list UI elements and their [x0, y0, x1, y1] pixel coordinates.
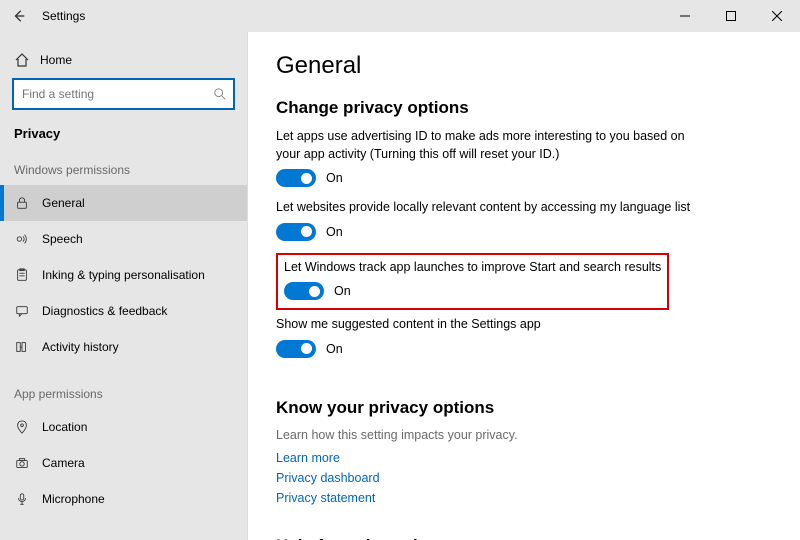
maximize-button[interactable]: [708, 0, 754, 32]
opt-advertising-id-toggle[interactable]: [276, 169, 316, 187]
opt-suggested-content-label: Show me suggested content in the Setting…: [276, 316, 696, 334]
sidebar-item-label: Location: [42, 420, 87, 434]
sidebar-item-label: Inking & typing personalisation: [42, 268, 205, 282]
opt-track-app-launches-label: Let Windows track app launches to improv…: [284, 259, 661, 277]
sidebar-item-camera[interactable]: Camera: [0, 445, 247, 481]
learn-more-link[interactable]: Learn more: [276, 448, 770, 468]
microphone-icon: [14, 491, 30, 507]
sidebar-item-label: Speech: [42, 232, 83, 246]
home-label: Home: [40, 53, 72, 67]
search-icon: [213, 87, 227, 101]
section-know-privacy: Know your privacy options: [276, 398, 770, 418]
group-app-permissions: App permissions: [0, 379, 247, 409]
minimize-button[interactable]: [662, 0, 708, 32]
section-change-privacy: Change privacy options: [276, 98, 770, 118]
sidebar-item-microphone[interactable]: Microphone: [0, 481, 247, 517]
sidebar-item-inking[interactable]: Inking & typing personalisation: [0, 257, 247, 293]
window-title: Settings: [42, 9, 85, 23]
clipboard-icon: [14, 267, 30, 283]
feedback-icon: [14, 303, 30, 319]
camera-icon: [14, 455, 30, 471]
category-title: Privacy: [0, 124, 247, 155]
minimize-icon: [680, 11, 690, 21]
page-title: General: [276, 52, 770, 80]
speech-icon: [14, 231, 30, 247]
close-icon: [772, 11, 782, 21]
titlebar-left: Settings: [0, 0, 85, 32]
group-windows-permissions: Windows permissions: [0, 155, 247, 185]
opt-suggested-content-toggle[interactable]: [276, 340, 316, 358]
privacy-statement-link[interactable]: Privacy statement: [276, 488, 770, 508]
search-input[interactable]: [12, 78, 235, 110]
home-button[interactable]: Home: [0, 46, 247, 78]
privacy-dashboard-link[interactable]: Privacy dashboard: [276, 468, 770, 488]
lock-icon: [14, 195, 30, 211]
opt-language-list-toggle[interactable]: [276, 223, 316, 241]
sidebar-item-label: General: [42, 196, 85, 210]
window-controls: [662, 0, 800, 32]
maximize-icon: [726, 11, 736, 21]
toggle-state: On: [326, 225, 343, 239]
sidebar-item-activity[interactable]: Activity history: [0, 329, 247, 365]
toggle-state: On: [326, 171, 343, 185]
toggle-state: On: [326, 342, 343, 356]
opt-advertising-id-label: Let apps use advertising ID to make ads …: [276, 128, 696, 163]
highlight-box: Let Windows track app launches to improv…: [276, 253, 669, 311]
home-icon: [14, 52, 30, 68]
sidebar-item-label: Activity history: [42, 340, 119, 354]
sidebar-item-label: Camera: [42, 456, 85, 470]
sidebar-item-label: Diagnostics & feedback: [42, 304, 167, 318]
sidebar-item-label: Microphone: [42, 492, 105, 506]
opt-track-app-launches-toggle[interactable]: [284, 282, 324, 300]
close-button[interactable]: [754, 0, 800, 32]
privacy-subtitle: Learn how this setting impacts your priv…: [276, 428, 770, 442]
sidebar: Home Privacy Windows permissions General…: [0, 32, 248, 540]
content-pane: General Change privacy options Let apps …: [248, 32, 800, 540]
sidebar-item-speech[interactable]: Speech: [0, 221, 247, 257]
section-help-web: Help from the web: [276, 536, 770, 540]
titlebar: Settings: [0, 0, 800, 32]
sidebar-item-diagnostics[interactable]: Diagnostics & feedback: [0, 293, 247, 329]
location-icon: [14, 419, 30, 435]
sidebar-item-general[interactable]: General: [0, 185, 247, 221]
back-button[interactable]: [4, 0, 34, 32]
back-arrow-icon: [12, 9, 26, 23]
sidebar-item-location[interactable]: Location: [0, 409, 247, 445]
opt-language-list-label: Let websites provide locally relevant co…: [276, 199, 696, 217]
search-wrap: [12, 78, 235, 110]
toggle-state: On: [334, 284, 351, 298]
activity-icon: [14, 339, 30, 355]
